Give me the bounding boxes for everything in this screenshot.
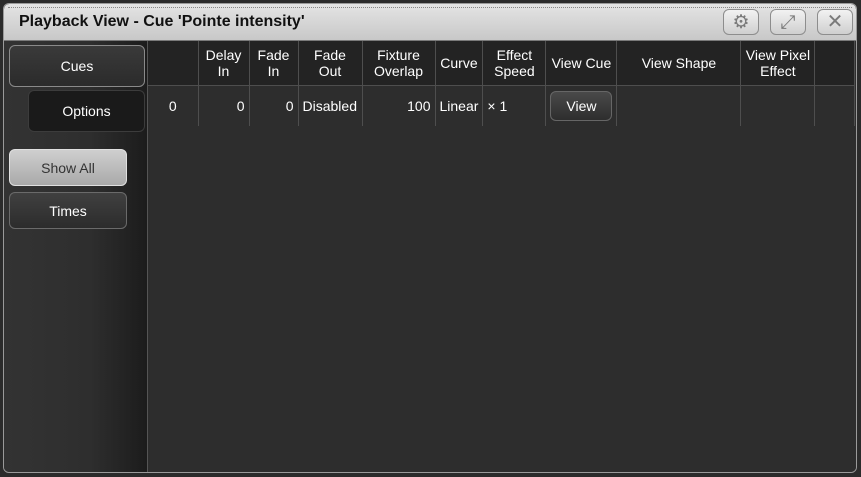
column-header-delay-in[interactable]: Delay In <box>198 41 250 86</box>
cell-effect-speed[interactable]: × 1 <box>482 85 547 126</box>
column-header-view-shape[interactable]: View Shape <box>616 41 742 86</box>
cell-filler <box>814 85 856 126</box>
times-label: Times <box>49 202 87 219</box>
column-header-view-cue[interactable]: View Cue <box>545 41 618 86</box>
table-header-row: Delay In Fade In Fade Out Fixture Overla… <box>148 41 856 86</box>
cue-table: Delay In Fade In Fade Out Fixture Overla… <box>148 41 856 126</box>
column-header-curve-label: Curve <box>440 55 478 71</box>
close-icon: ✕ <box>826 11 844 33</box>
column-header-fade-out-label: Fade Out <box>314 47 346 79</box>
times-button[interactable]: Times <box>9 192 127 229</box>
column-header-view-pixel-effect[interactable]: View Pixel Effect <box>740 41 816 86</box>
window-title: Playback View - Cue 'Pointe intensity' <box>19 13 305 30</box>
tab-options[interactable]: Options <box>28 90 145 132</box>
tab-options-label: Options <box>62 103 111 119</box>
view-cue-button-label: View <box>566 98 597 114</box>
column-header-curve[interactable]: Curve <box>435 41 484 86</box>
cell-view-cue: View <box>545 85 618 126</box>
column-header-fade-in[interactable]: Fade In <box>249 41 299 86</box>
show-all-button[interactable]: Show All <box>9 149 127 186</box>
column-header-view-pixel-effect-label: View Pixel Effect <box>745 47 811 79</box>
settings-button[interactable]: ⚙ <box>723 9 759 35</box>
table-row[interactable]: 0 0 0 Disabled 100 Linear × 1 View <box>148 85 856 126</box>
gear-icon: ⚙ <box>732 11 750 33</box>
playback-view-window: Playback View - Cue 'Pointe intensity' ⚙… <box>3 3 857 473</box>
cell-cue[interactable]: 0 <box>148 85 199 126</box>
column-header-fixture-overlap[interactable]: Fixture Overlap <box>362 41 436 86</box>
view-cue-button[interactable]: View <box>550 91 613 121</box>
cell-view-pixel-effect[interactable] <box>740 85 816 126</box>
column-header-fade-in-label: Fade In <box>257 47 290 79</box>
column-header-delay-in-label: Delay In <box>205 47 242 79</box>
cell-delay-in[interactable]: 0 <box>198 85 250 126</box>
column-header-effect-speed-label: Effect Speed <box>494 47 535 79</box>
cell-fade-in[interactable]: 0 <box>249 85 299 126</box>
cell-view-shape[interactable] <box>616 85 742 126</box>
column-header-filler <box>814 41 856 86</box>
tab-cues-label: Cues <box>60 58 94 74</box>
column-header-fixture-overlap-label: Fixture Overlap <box>373 47 424 79</box>
maximize-button[interactable]: ⤢ <box>770 9 806 35</box>
tab-cues[interactable]: Cues <box>9 45 145 87</box>
close-button[interactable]: ✕ <box>817 9 853 35</box>
cell-fixture-overlap[interactable]: 100 <box>362 85 436 126</box>
cell-fade-out[interactable]: Disabled <box>298 85 363 126</box>
cell-curve[interactable]: Linear <box>435 85 484 126</box>
show-all-label: Show All <box>41 159 95 176</box>
column-header-view-shape-label: View Shape <box>641 55 717 71</box>
column-header-cue[interactable] <box>148 41 199 86</box>
maximize-icon: ⤢ <box>780 11 796 33</box>
column-header-view-cue-label: View Cue <box>551 55 612 71</box>
title-bar[interactable]: Playback View - Cue 'Pointe intensity' ⚙… <box>4 4 856 41</box>
sidebar: Cues Options Show All Times <box>4 41 147 472</box>
cue-table-area: Delay In Fade In Fade Out Fixture Overla… <box>147 41 856 472</box>
column-header-effect-speed[interactable]: Effect Speed <box>482 41 547 86</box>
column-header-fade-out[interactable]: Fade Out <box>298 41 363 86</box>
